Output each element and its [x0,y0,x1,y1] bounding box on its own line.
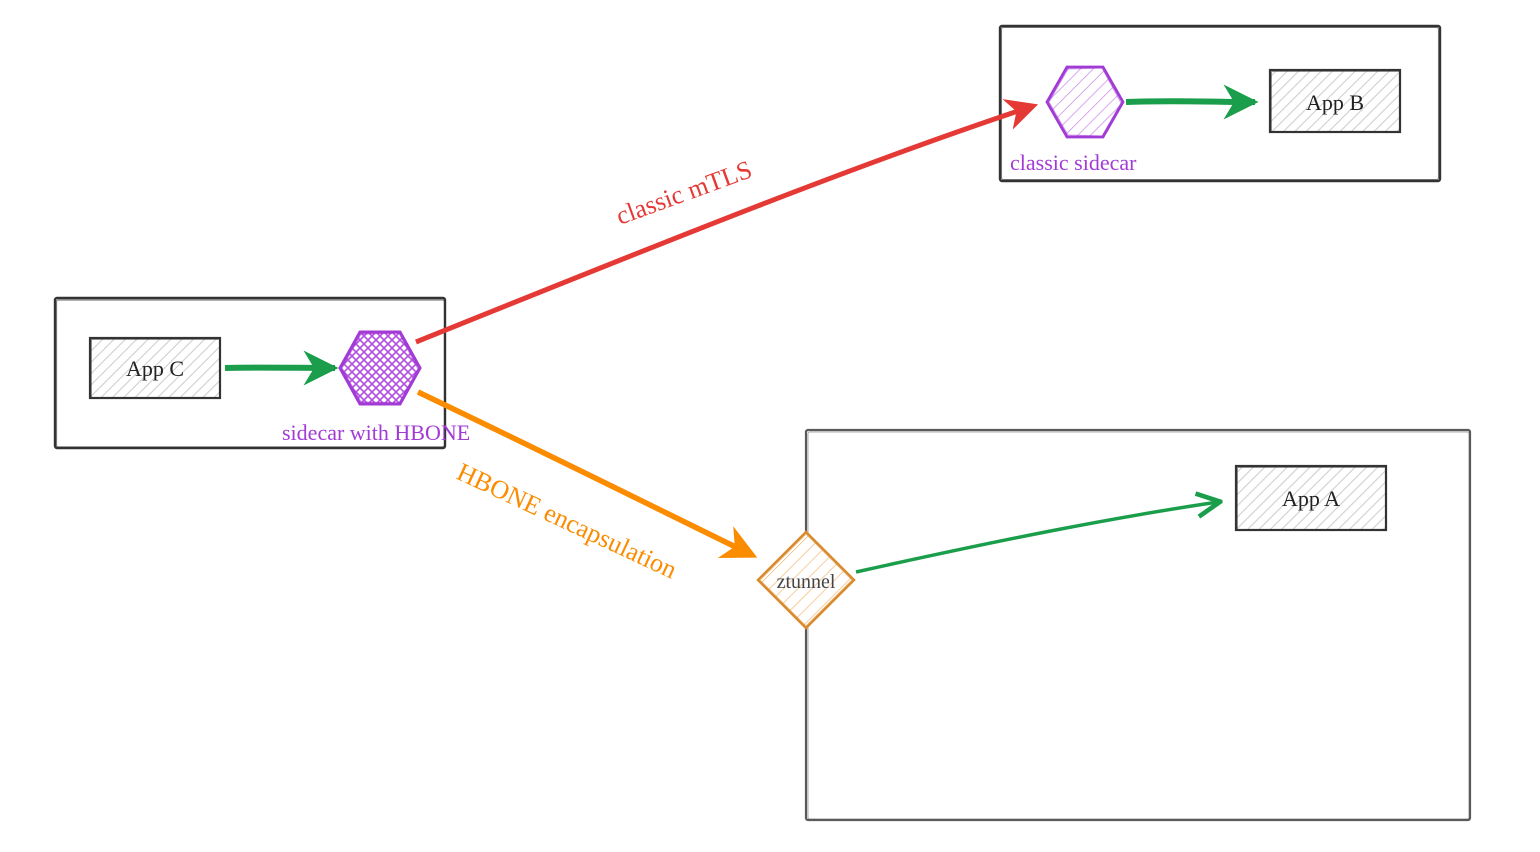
architecture-diagram: App C sidecar with HBONE classic sidecar… [0,0,1540,852]
classic-sidecar-hexagon [1047,67,1123,137]
ztunnel-label: ztunnel [777,571,836,593]
container-app-c: App C sidecar with HBONE [55,298,470,448]
app-a-label: App A [1282,486,1340,511]
app-b-box: App B [1270,70,1400,132]
app-a-box: App A [1236,466,1386,530]
sidecar-hbone-label: sidecar with HBONE [282,420,470,445]
classic-sidecar-label: classic sidecar [1010,150,1137,175]
arrow-ztunnel-to-appa [856,502,1218,572]
container-app-b: classic sidecar App B [1000,26,1440,181]
app-c-label: App C [126,356,184,381]
arrow-classic-sidecar-to-appb [1126,101,1255,102]
app-b-label: App B [1306,90,1364,115]
container-app-a: ztunnel App A [758,430,1470,820]
hbone-encap-label: HBONE encapsulation [452,457,681,584]
arrow-classic-mtls [416,106,1033,342]
sidecar-hbone-hexagon [340,332,420,404]
classic-mtls-label: classic mTLS [612,155,756,231]
app-c-box: App C [90,338,220,398]
